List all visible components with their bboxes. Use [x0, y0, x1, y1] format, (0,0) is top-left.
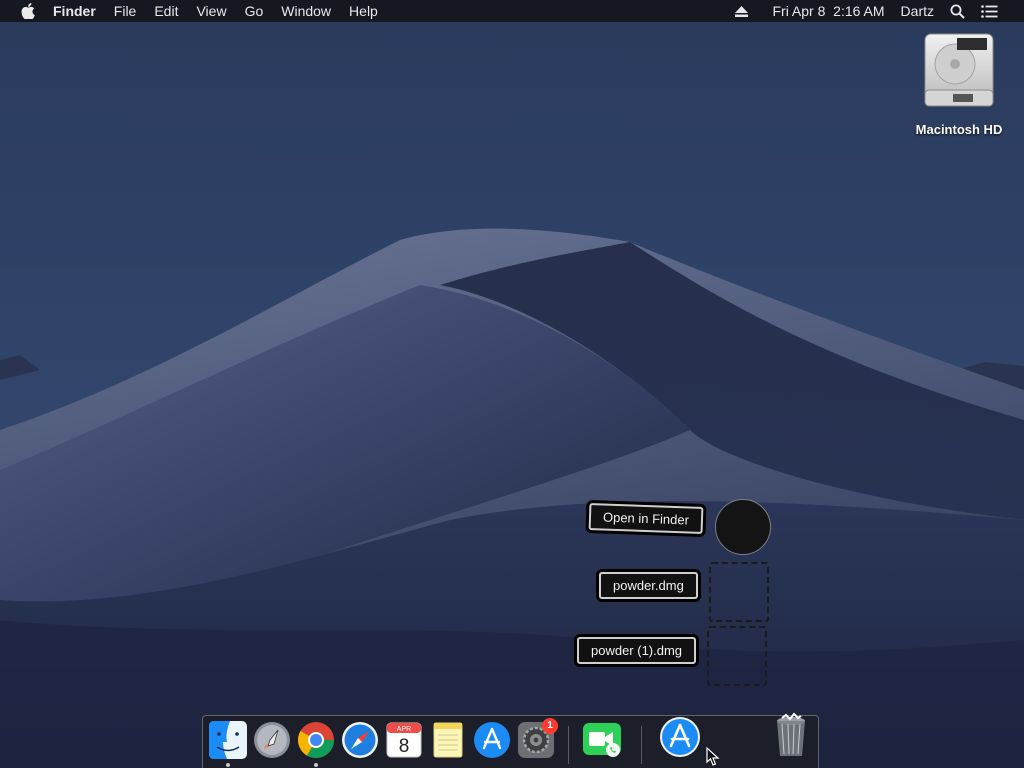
menu-clock[interactable]: Fri Apr 8 2:16 AM	[764, 0, 892, 22]
menu-file[interactable]: File	[105, 0, 146, 22]
notification-badge: 1	[542, 718, 558, 734]
dock-calendar-icon[interactable]: APR 8	[384, 720, 424, 760]
desktop-item-macintosh-hd[interactable]: Macintosh HD	[904, 30, 1014, 137]
hard-drive-icon	[919, 30, 999, 110]
drag-circle-button[interactable]	[715, 499, 771, 555]
eject-icon[interactable]	[727, 5, 756, 17]
running-indicator	[314, 763, 318, 767]
file-drop-slot-2[interactable]	[707, 626, 767, 686]
spotlight-search-icon[interactable]	[942, 4, 973, 19]
dock-safari-icon[interactable]	[340, 720, 380, 760]
file-label-powder-dmg[interactable]: powder.dmg	[599, 572, 698, 599]
apple-logo-icon[interactable]	[17, 0, 39, 22]
menu-help[interactable]: Help	[340, 0, 387, 22]
file-drop-slot-1[interactable]	[709, 562, 769, 622]
calendar-day: 8	[399, 736, 410, 757]
menu-bar: Finder File Edit View Go Window Help Fri…	[0, 0, 1024, 22]
menu-window[interactable]: Window	[272, 0, 340, 22]
desktop-wallpaper	[0, 0, 1024, 768]
file-label-powder-1-dmg[interactable]: powder (1).dmg	[577, 637, 697, 664]
dock-notes-icon[interactable]	[428, 720, 468, 760]
menu-edit[interactable]: Edit	[145, 0, 187, 22]
menu-user[interactable]: Dartz	[893, 0, 942, 22]
open-in-finder-button[interactable]: Open in Finder	[588, 503, 704, 534]
menu-view[interactable]: View	[187, 0, 235, 22]
dock: APR 8 1	[202, 712, 819, 768]
running-indicator	[226, 763, 230, 767]
dock-app-store-installer-icon[interactable]	[658, 714, 702, 758]
notification-center-icon[interactable]	[973, 4, 1006, 18]
mouse-cursor-icon	[706, 747, 720, 766]
hard-drive-label: Macintosh HD	[915, 122, 1003, 137]
dock-finder-icon[interactable]	[208, 720, 248, 760]
dock-trash-icon[interactable]	[770, 712, 812, 758]
calendar-month: APR	[397, 726, 411, 733]
dock-launchpad-icon[interactable]	[252, 720, 292, 760]
dock-separator	[568, 726, 569, 764]
dock-chrome-icon[interactable]	[296, 720, 336, 760]
dock-app-store-icon[interactable]	[472, 720, 512, 760]
menu-app-finder[interactable]: Finder	[53, 0, 105, 22]
dock-separator	[641, 726, 642, 764]
dock-facetime-icon[interactable]	[582, 720, 622, 760]
menu-go[interactable]: Go	[236, 0, 273, 22]
